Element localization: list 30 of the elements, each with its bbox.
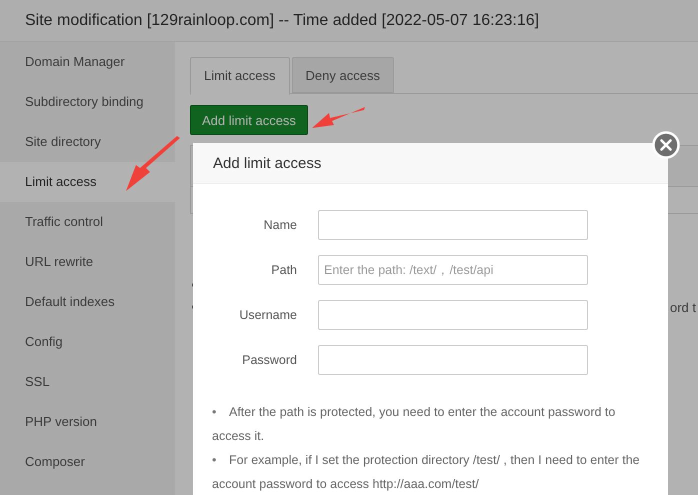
- sidebar-item[interactable]: Default indexes: [0, 282, 175, 322]
- sidebar-item[interactable]: Subdirectory binding: [0, 82, 175, 122]
- sidebar-item[interactable]: PHP version: [0, 402, 175, 442]
- arrow: [312, 107, 365, 128]
- field-label: Name: [262, 218, 297, 232]
- sidebar-item[interactable]: Config: [0, 322, 175, 362]
- close-button[interactable]: [652, 131, 680, 159]
- sidebar-item[interactable]: Composer: [0, 442, 175, 482]
- field-label: Username: [238, 308, 297, 322]
- tab[interactable]: Deny access: [292, 57, 394, 93]
- sidebar-item[interactable]: URL rewrite: [0, 242, 175, 282]
- field-label: Path: [270, 263, 297, 277]
- sidebar-item[interactable]: Domain Manager: [0, 42, 175, 82]
- window-title: Site modification [129rainloop.com] -- Time added [2022-05-07 16:23:16]: [25, 12, 540, 30]
- sidebar-item[interactable]: Limit access: [0, 162, 175, 202]
- input-field[interactable]: Enter the path: /text/，/test/api: [318, 255, 588, 285]
- note-text: • After the path is protected, you need to enter the account password to access it.: [212, 404, 616, 445]
- note-text: ord t: [670, 300, 696, 314]
- note-text: • For example, if I set the protection directory /test/ , then I need to enter the account password to access http://aaa.com/test/: [212, 452, 641, 493]
- dialog-title: Add limit access: [213, 154, 322, 172]
- input-field[interactable]: [318, 345, 588, 375]
- arrow: [126, 136, 180, 191]
- sidebar-item[interactable]: SSL: [0, 362, 175, 402]
- input-field[interactable]: [318, 300, 588, 330]
- input-field[interactable]: [318, 210, 588, 240]
- tab[interactable]: Limit access: [190, 57, 290, 95]
- add-button[interactable]: Add limit access: [190, 105, 308, 135]
- sidebar-item[interactable]: Traffic control: [0, 202, 175, 242]
- sidebar-item[interactable]: Site directory: [0, 122, 175, 162]
- field-label: Password: [241, 353, 297, 367]
